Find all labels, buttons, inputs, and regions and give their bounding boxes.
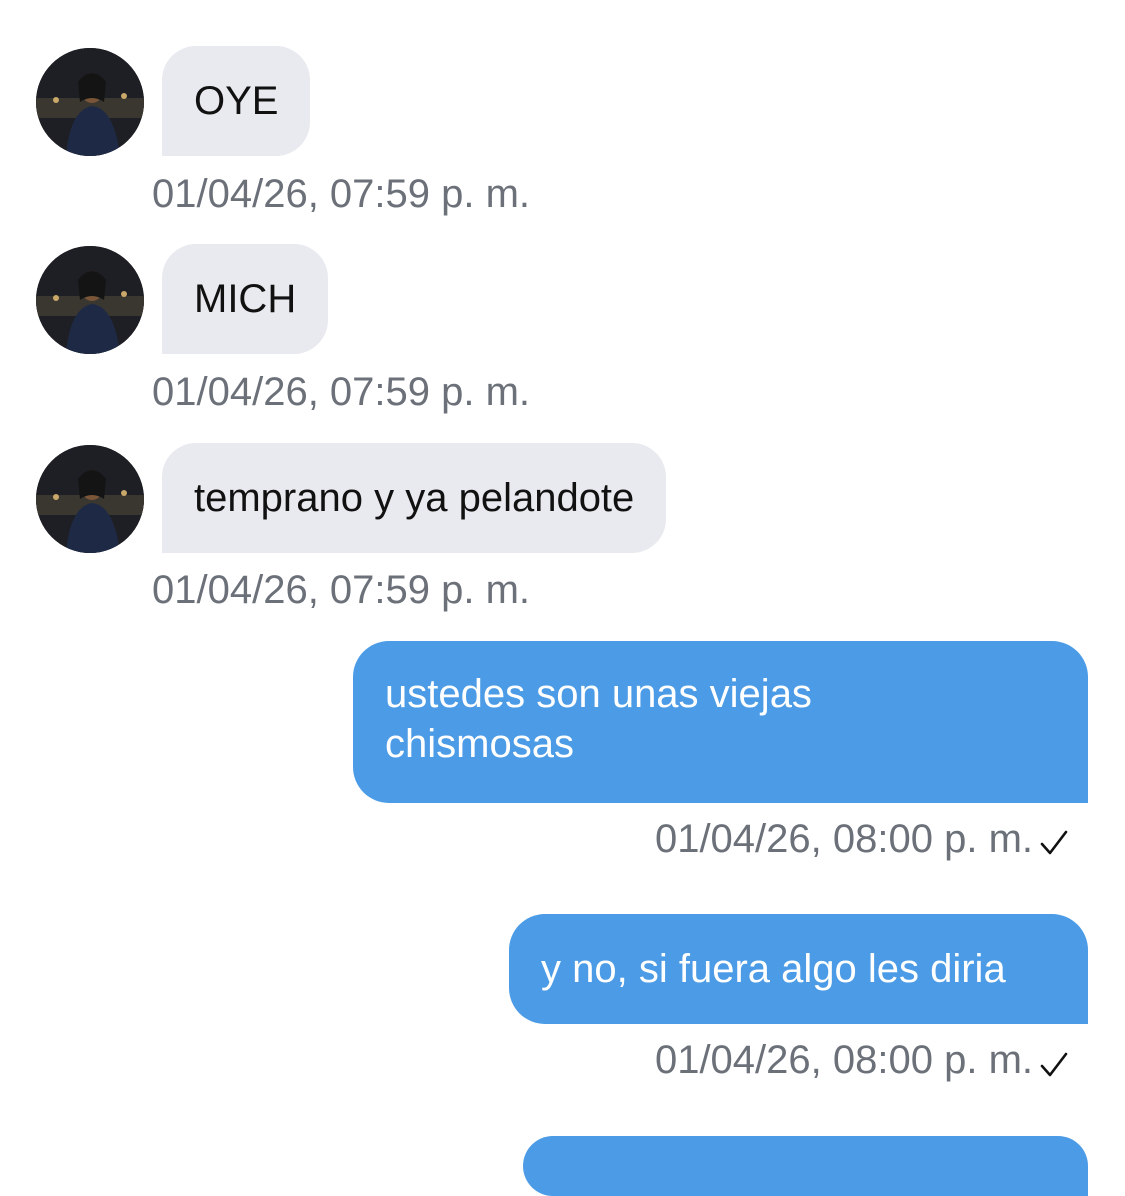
- avatar-photo-icon: [36, 246, 144, 354]
- incoming-message-bubble[interactable]: OYE: [162, 46, 311, 156]
- message-timestamp: 01/04/26, 08:00 p. m.: [654, 817, 1033, 861]
- incoming-message-bubble[interactable]: MICH: [162, 244, 329, 354]
- message-text: temprano y ya pelandote: [194, 476, 635, 520]
- message-timestamp: 01/04/26, 08:00 p. m.: [654, 1038, 1033, 1082]
- check-icon: [1040, 1052, 1068, 1077]
- message-text-line: chismosas: [385, 722, 574, 766]
- message-text-line: ustedes son unas viejas: [385, 672, 812, 716]
- contact-avatar[interactable]: [36, 445, 144, 553]
- avatar-photo-icon: [36, 445, 144, 553]
- message-thread: OYE 01/04/26, 07:59 p. m. MICH 01/04/26,…: [0, 0, 1125, 1196]
- message-timestamp: 01/04/26, 07:59 p. m.: [152, 370, 531, 414]
- contact-avatar[interactable]: [36, 48, 144, 156]
- avatar-photo-icon: [36, 48, 144, 156]
- incoming-message-bubble[interactable]: temprano y ya pelandote: [162, 443, 667, 553]
- message-text: OYE: [194, 79, 279, 123]
- outgoing-message-bubble[interactable]: y no, si fuera algo les diria: [509, 914, 1088, 1024]
- message-timestamp: 01/04/26, 07:59 p. m.: [152, 568, 531, 612]
- check-icon: [1040, 830, 1068, 855]
- message-timestamp: 01/04/26, 07:59 p. m.: [152, 172, 531, 216]
- contact-avatar[interactable]: [36, 246, 144, 354]
- outgoing-message-bubble[interactable]: ustedes son unas viejas chismosas: [353, 641, 1088, 803]
- message-text: y no, si fuera algo les diria: [541, 947, 1006, 991]
- message-text: MICH: [194, 277, 297, 321]
- outgoing-message-bubble-partial[interactable]: [523, 1136, 1088, 1196]
